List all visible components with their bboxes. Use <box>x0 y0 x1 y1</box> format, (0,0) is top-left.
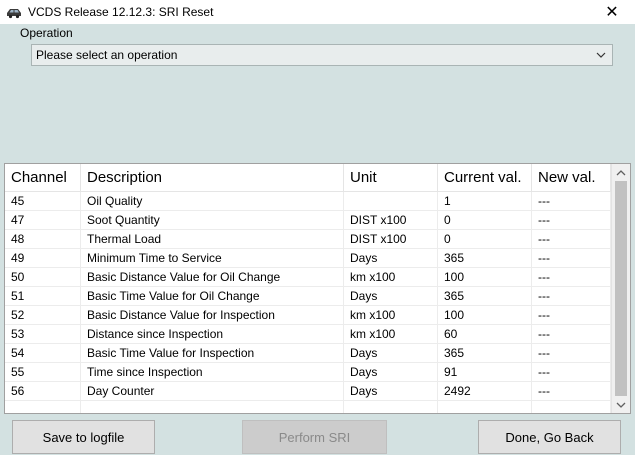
cell-unit: DIST x100 <box>344 211 438 230</box>
cell-description: Minimum Time to Service <box>81 249 344 268</box>
cell-current-value: 2492 <box>438 382 532 401</box>
cell-new-value: --- <box>532 192 611 211</box>
cell-unit: km x100 <box>344 325 438 344</box>
cell-current-value: 100 <box>438 306 532 325</box>
cell-current-value: 365 <box>438 344 532 363</box>
cell-new-value: --- <box>532 249 611 268</box>
cell-current-value: 60 <box>438 325 532 344</box>
channel-table[interactable]: Channel Description Unit Current val. Ne… <box>4 163 631 414</box>
cell-current-value <box>438 401 532 413</box>
column-header-channel[interactable]: Channel <box>5 164 81 192</box>
cell-current-value: 365 <box>438 287 532 306</box>
cell-channel: 45 <box>5 192 81 211</box>
table-row[interactable]: 56 Day Counter Days 2492 --- <box>5 382 611 401</box>
cell-description: Basic Distance Value for Oil Change <box>81 268 344 287</box>
cell-new-value: --- <box>532 344 611 363</box>
scrollbar-thumb[interactable] <box>615 181 627 396</box>
table-row[interactable]: 45 Oil Quality 1 --- <box>5 192 611 211</box>
cell-current-value: 365 <box>438 249 532 268</box>
cell-current-value: 0 <box>438 211 532 230</box>
cell-new-value: --- <box>532 268 611 287</box>
vcds-car-icon[interactable] <box>6 4 22 20</box>
cell-channel: 50 <box>5 268 81 287</box>
vertical-scrollbar[interactable] <box>611 164 630 413</box>
cell-new-value: --- <box>532 382 611 401</box>
cell-new-value: --- <box>532 363 611 382</box>
cell-description: Thermal Load <box>81 230 344 249</box>
operation-label: Operation <box>20 26 73 40</box>
cell-channel <box>5 401 81 413</box>
table-row[interactable]: 49 Minimum Time to Service Days 365 --- <box>5 249 611 268</box>
window-title: VCDS Release 12.12.3: SRI Reset <box>28 5 214 19</box>
done-go-back-button[interactable]: Done, Go Back <box>478 420 621 454</box>
cell-description: Oil Quality <box>81 192 344 211</box>
cell-unit: Days <box>344 287 438 306</box>
cell-channel: 47 <box>5 211 81 230</box>
table-header: Channel Description Unit Current val. Ne… <box>5 164 611 192</box>
cell-description: Basic Time Value for Oil Change <box>81 287 344 306</box>
column-header-description[interactable]: Description <box>81 164 344 192</box>
cell-unit: Days <box>344 382 438 401</box>
cell-new-value: --- <box>532 230 611 249</box>
title-bar: VCDS Release 12.12.3: SRI Reset ✕ <box>0 0 635 24</box>
cell-description <box>81 401 344 413</box>
table-row[interactable]: 53 Distance since Inspection km x100 60 --- <box>5 325 611 344</box>
cell-description: Soot Quantity <box>81 211 344 230</box>
cell-channel: 56 <box>5 382 81 401</box>
cell-description: Time since Inspection <box>81 363 344 382</box>
column-header-unit[interactable]: Unit <box>344 164 438 192</box>
cell-current-value: 91 <box>438 363 532 382</box>
table-row[interactable]: 47 Soot Quantity DIST x100 0 --- <box>5 211 611 230</box>
operation-dropdown[interactable]: Please select an operation <box>31 44 613 66</box>
table-row[interactable]: 51 Basic Time Value for Oil Change Days 365… <box>5 287 611 306</box>
table-row[interactable]: 50 Basic Distance Value for Oil Change km … <box>5 268 611 287</box>
cell-channel: 55 <box>5 363 81 382</box>
cell-channel: 54 <box>5 344 81 363</box>
cell-description: Day Counter <box>81 382 344 401</box>
cell-unit: Days <box>344 344 438 363</box>
cell-unit: Days <box>344 363 438 382</box>
table-row[interactable]: 55 Time since Inspection Days 91 --- <box>5 363 611 382</box>
cell-new-value: --- <box>532 306 611 325</box>
cell-new-value <box>532 401 611 413</box>
cell-unit <box>344 401 438 413</box>
scroll-down-icon[interactable] <box>612 396 630 413</box>
save-to-logfile-button[interactable]: Save to logfile <box>12 420 155 454</box>
cell-description: Basic Distance Value for Inspection <box>81 306 344 325</box>
table-row[interactable]: 54 Basic Time Value for Inspection Days 365… <box>5 344 611 363</box>
perform-sri-button[interactable]: Perform SRI <box>242 420 387 454</box>
chevron-down-icon[interactable] <box>594 48 608 62</box>
cell-new-value: --- <box>532 325 611 344</box>
cell-new-value: --- <box>532 211 611 230</box>
cell-channel: 51 <box>5 287 81 306</box>
cell-current-value: 1 <box>438 192 532 211</box>
column-header-current-value[interactable]: Current val. <box>438 164 532 192</box>
cell-channel: 53 <box>5 325 81 344</box>
cell-unit <box>344 192 438 211</box>
cell-new-value: --- <box>532 287 611 306</box>
scroll-up-icon[interactable] <box>612 164 630 181</box>
cell-current-value: 100 <box>438 268 532 287</box>
table-row[interactable]: 48 Thermal Load DIST x100 0 --- <box>5 230 611 249</box>
operation-selected-value: Please select an operation <box>36 48 178 62</box>
cell-description: Distance since Inspection <box>81 325 344 344</box>
cell-unit: DIST x100 <box>344 230 438 249</box>
cell-channel: 48 <box>5 230 81 249</box>
table-row[interactable] <box>5 401 611 413</box>
cell-description: Basic Time Value for Inspection <box>81 344 344 363</box>
cell-unit: km x100 <box>344 268 438 287</box>
cell-current-value: 0 <box>438 230 532 249</box>
column-header-new-value[interactable]: New val. <box>532 164 611 192</box>
cell-unit: Days <box>344 249 438 268</box>
close-icon[interactable]: ✕ <box>589 0 635 24</box>
table-row[interactable]: 52 Basic Distance Value for Inspection km … <box>5 306 611 325</box>
cell-channel: 52 <box>5 306 81 325</box>
cell-channel: 49 <box>5 249 81 268</box>
cell-unit: km x100 <box>344 306 438 325</box>
